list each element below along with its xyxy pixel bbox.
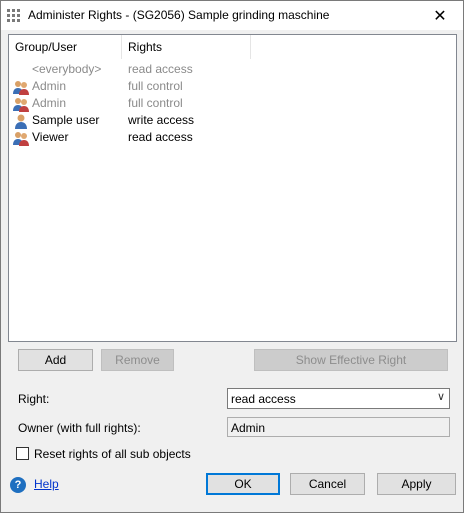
app-grid-icon [7,9,20,22]
help-icon[interactable]: ? [10,477,26,493]
right-select-value: read access [231,392,296,406]
title-bar: Administer Rights - (SG2056) Sample grin… [1,1,463,30]
row-right: full control [128,96,183,110]
row-right: read access [128,62,193,76]
group-icon [13,97,29,112]
group-icon [13,80,29,95]
help-link[interactable]: Help [34,477,59,491]
reset-rights-checkbox[interactable] [16,447,29,460]
row-user-cell: Viewer [13,129,68,146]
row-right: full control [128,79,183,93]
remove-button[interactable]: Remove [101,349,174,371]
rights-list[interactable]: Group/User Rights <everybody> read acces… [8,34,457,342]
owner-label: Owner (with full rights): [18,421,141,435]
list-header: Group/User Rights [9,35,456,59]
close-button[interactable]: ✕ [417,1,463,30]
row-right: read access [128,130,193,144]
reset-rights-label[interactable]: Reset rights of all sub objects [34,447,191,461]
row-user: Sample user [32,113,100,127]
row-user: Admin [32,79,67,93]
owner-field: Admin [227,417,450,437]
close-icon: ✕ [433,7,447,25]
group-icon [13,131,29,146]
ok-button[interactable]: OK [206,473,280,495]
apply-button[interactable]: Apply [377,473,456,495]
show-effective-right-button[interactable]: Show Effective Right [254,349,448,371]
list-row[interactable]: Admin full control [9,78,456,95]
row-user: <everybody> [32,62,102,76]
chevron-down-icon: ∨ [436,391,445,403]
user-icon [15,114,27,129]
row-user: Viewer [32,130,69,144]
row-user: Admin [32,96,67,110]
window-title: Administer Rights - (SG2056) Sample grin… [28,8,330,22]
column-header-rights[interactable]: Rights [122,35,251,59]
right-select[interactable]: read access ∨ [227,388,450,409]
right-label: Right: [18,392,50,406]
row-user-cell: Sample user [13,112,99,129]
administer-rights-dialog: Administer Rights - (SG2056) Sample grin… [0,0,464,513]
cancel-button[interactable]: Cancel [290,473,365,495]
list-row[interactable]: Viewer read access [9,129,456,146]
list-row[interactable]: Sample user write access [9,112,456,129]
list-row[interactable]: <everybody> read access [9,61,456,78]
row-right: write access [128,113,195,127]
row-user-cell: Admin [13,95,66,112]
add-button[interactable]: Add [18,349,93,371]
owner-value: Admin [231,421,266,435]
list-row[interactable]: Admin full control [9,95,456,112]
row-user-cell: Admin [13,78,66,95]
column-header-group-user[interactable]: Group/User [9,35,122,59]
